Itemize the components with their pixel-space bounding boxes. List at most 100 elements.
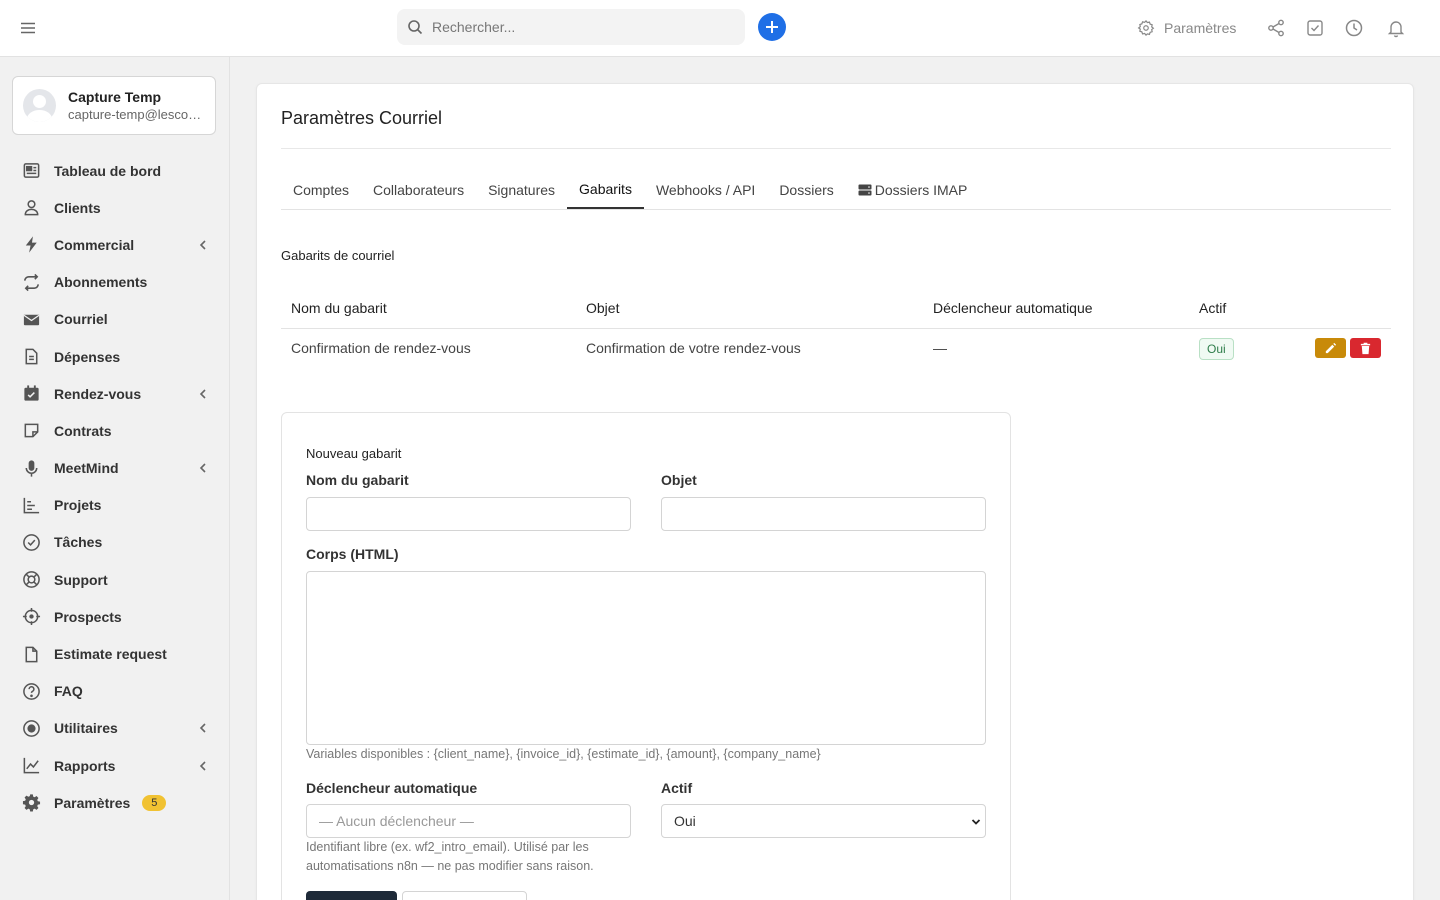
bell-icon[interactable] xyxy=(1386,18,1406,38)
check-circle-icon xyxy=(22,533,41,552)
sidebar-item-estimate-request[interactable]: Estimate request xyxy=(0,635,229,672)
tab-comptes[interactable]: Comptes xyxy=(281,171,361,209)
user-card[interactable]: Capture Temp capture-temp@lescoursdeleve… xyxy=(12,76,216,135)
dot-circle-icon xyxy=(22,719,41,738)
sidebar-item-label: Utilitaires xyxy=(54,720,118,737)
sidebar-item-courriel[interactable]: Courriel xyxy=(0,301,229,338)
sidebar-item-label: Abonnements xyxy=(54,274,148,291)
sidebar-item-abonnements[interactable]: Abonnements xyxy=(0,264,229,301)
sidebar-item-taches[interactable]: Tâches xyxy=(0,524,229,561)
sidebar-item-label: MeetMind xyxy=(54,460,119,477)
lifebuoy-icon xyxy=(22,570,41,589)
subject-input[interactable] xyxy=(661,497,986,531)
new-template-form: Nouveau gabarit Nom du gabarit Objet Cor… xyxy=(281,412,1011,900)
question-circle-icon xyxy=(22,682,41,701)
sidebar-item-parametres[interactable]: Paramètres 5 xyxy=(0,784,229,821)
sidebar-item-label: FAQ xyxy=(54,683,83,700)
tab-dossiers-imap[interactable]: Dossiers IMAP xyxy=(846,171,980,209)
sidebar-item-label: Courriel xyxy=(54,311,108,328)
chevron-left-icon xyxy=(199,389,206,399)
bolt-icon xyxy=(22,235,41,254)
gear-icon xyxy=(22,793,41,812)
sidebar-item-projets[interactable]: Projets xyxy=(0,487,229,524)
active-select[interactable]: Oui xyxy=(661,804,986,838)
hamburger-menu-icon[interactable] xyxy=(20,20,36,36)
search-input[interactable] xyxy=(432,19,722,35)
column-header-actions xyxy=(1305,288,1391,329)
tab-webhooks-api[interactable]: Webhooks / API xyxy=(644,171,767,209)
sidebar: Capture Temp capture-temp@lescoursdeleve… xyxy=(0,57,230,900)
user-email: capture-temp@lescoursdelevenement.com xyxy=(68,107,208,122)
trash-icon xyxy=(1360,342,1371,354)
note-icon xyxy=(22,421,41,440)
sidebar-item-label: Rendez-vous xyxy=(54,385,142,402)
sidebar-item-label: Estimate request xyxy=(54,646,167,663)
cell-template-name: Confirmation de rendez-vous xyxy=(291,340,471,357)
sidebar-item-label: Prospects xyxy=(54,608,122,625)
sidebar-item-rapports[interactable]: Rapports xyxy=(0,747,229,784)
tab-collaborateurs[interactable]: Collaborateurs xyxy=(361,171,476,209)
search-box[interactable] xyxy=(397,9,745,45)
chevron-left-icon xyxy=(199,723,206,733)
task-checkbox-icon[interactable] xyxy=(1305,18,1325,38)
template-name-input[interactable] xyxy=(306,497,631,531)
settings-link[interactable]: Paramètres xyxy=(1137,17,1236,39)
quick-add-button[interactable] xyxy=(758,13,786,41)
sidebar-item-tableau-de-bord[interactable]: Tableau de bord xyxy=(0,152,229,189)
cell-active: Oui xyxy=(1189,328,1305,368)
file-icon xyxy=(22,645,41,664)
sidebar-item-contrats[interactable]: Contrats xyxy=(0,412,229,449)
plus-icon xyxy=(766,21,778,33)
sidebar-item-label: Tableau de bord xyxy=(54,162,162,179)
body-label: Corps (HTML) xyxy=(306,546,399,562)
share-icon[interactable] xyxy=(1266,18,1286,38)
trigger-input[interactable] xyxy=(306,804,631,838)
sidebar-item-label: Support xyxy=(54,571,108,588)
sidebar-item-commercial[interactable]: Commercial xyxy=(0,226,229,263)
sidebar-item-depenses[interactable]: Dépenses xyxy=(0,338,229,375)
status-badge: Oui xyxy=(1199,338,1234,361)
sidebar-item-meetmind[interactable]: MeetMind xyxy=(0,450,229,487)
sidebar-item-utilitaires[interactable]: Utilitaires xyxy=(0,710,229,747)
chevron-down-icon xyxy=(971,819,981,825)
tab-gabarits[interactable]: Gabarits xyxy=(567,171,644,209)
templates-table: Nom du gabarit Objet Déclencheur automat… xyxy=(281,288,1391,368)
delete-button[interactable] xyxy=(1350,338,1381,359)
chevron-left-icon xyxy=(199,240,206,250)
page-title: Paramètres Courriel xyxy=(281,108,443,128)
search-icon xyxy=(408,20,423,35)
variables-help-text: Variables disponibles : {client_name}, {… xyxy=(306,747,821,761)
sidebar-item-prospects[interactable]: Prospects xyxy=(0,598,229,635)
user-icon xyxy=(22,198,41,217)
trigger-label: Déclencheur automatique xyxy=(306,780,478,796)
line-chart-icon xyxy=(22,756,41,775)
column-header: Déclencheur automatique xyxy=(923,288,1189,329)
sidebar-item-clients[interactable]: Clients xyxy=(0,189,229,226)
settings-label: Paramètres xyxy=(1164,20,1237,36)
edit-button[interactable] xyxy=(1315,338,1346,359)
active-label: Actif xyxy=(661,780,693,796)
tab-signatures[interactable]: Signatures xyxy=(476,171,567,209)
notification-count-badge: 5 xyxy=(142,794,167,811)
envelope-icon xyxy=(22,310,41,329)
bar-chart-icon xyxy=(22,496,41,515)
table-row: Confirmation de rendez-vous Confirmation… xyxy=(281,328,1391,368)
body-html-textarea[interactable] xyxy=(306,571,986,745)
save-button[interactable] xyxy=(306,891,397,900)
sidebar-item-label: Dépenses xyxy=(54,348,121,365)
tab-dossiers[interactable]: Dossiers xyxy=(767,171,845,209)
sidebar-nav: Tableau de bord Clients Commercial Abonn… xyxy=(0,152,229,821)
form-title: Nouveau gabarit xyxy=(306,446,402,461)
sidebar-item-label: Clients xyxy=(54,199,101,216)
cancel-button[interactable] xyxy=(402,891,527,900)
sidebar-item-rendez-vous[interactable]: Rendez-vous xyxy=(0,375,229,412)
top-bar: Paramètres xyxy=(0,0,1440,57)
sidebar-item-support[interactable]: Support xyxy=(0,561,229,598)
sidebar-item-faq[interactable]: FAQ xyxy=(0,673,229,710)
divider xyxy=(281,148,1391,149)
trigger-help-text: Identifiant libre (ex. wf2_intro_email).… xyxy=(306,838,594,876)
cell-actions xyxy=(1305,328,1391,368)
clock-icon[interactable] xyxy=(1344,18,1364,38)
subject-label: Objet xyxy=(661,472,697,488)
column-header: Actif xyxy=(1189,288,1305,329)
